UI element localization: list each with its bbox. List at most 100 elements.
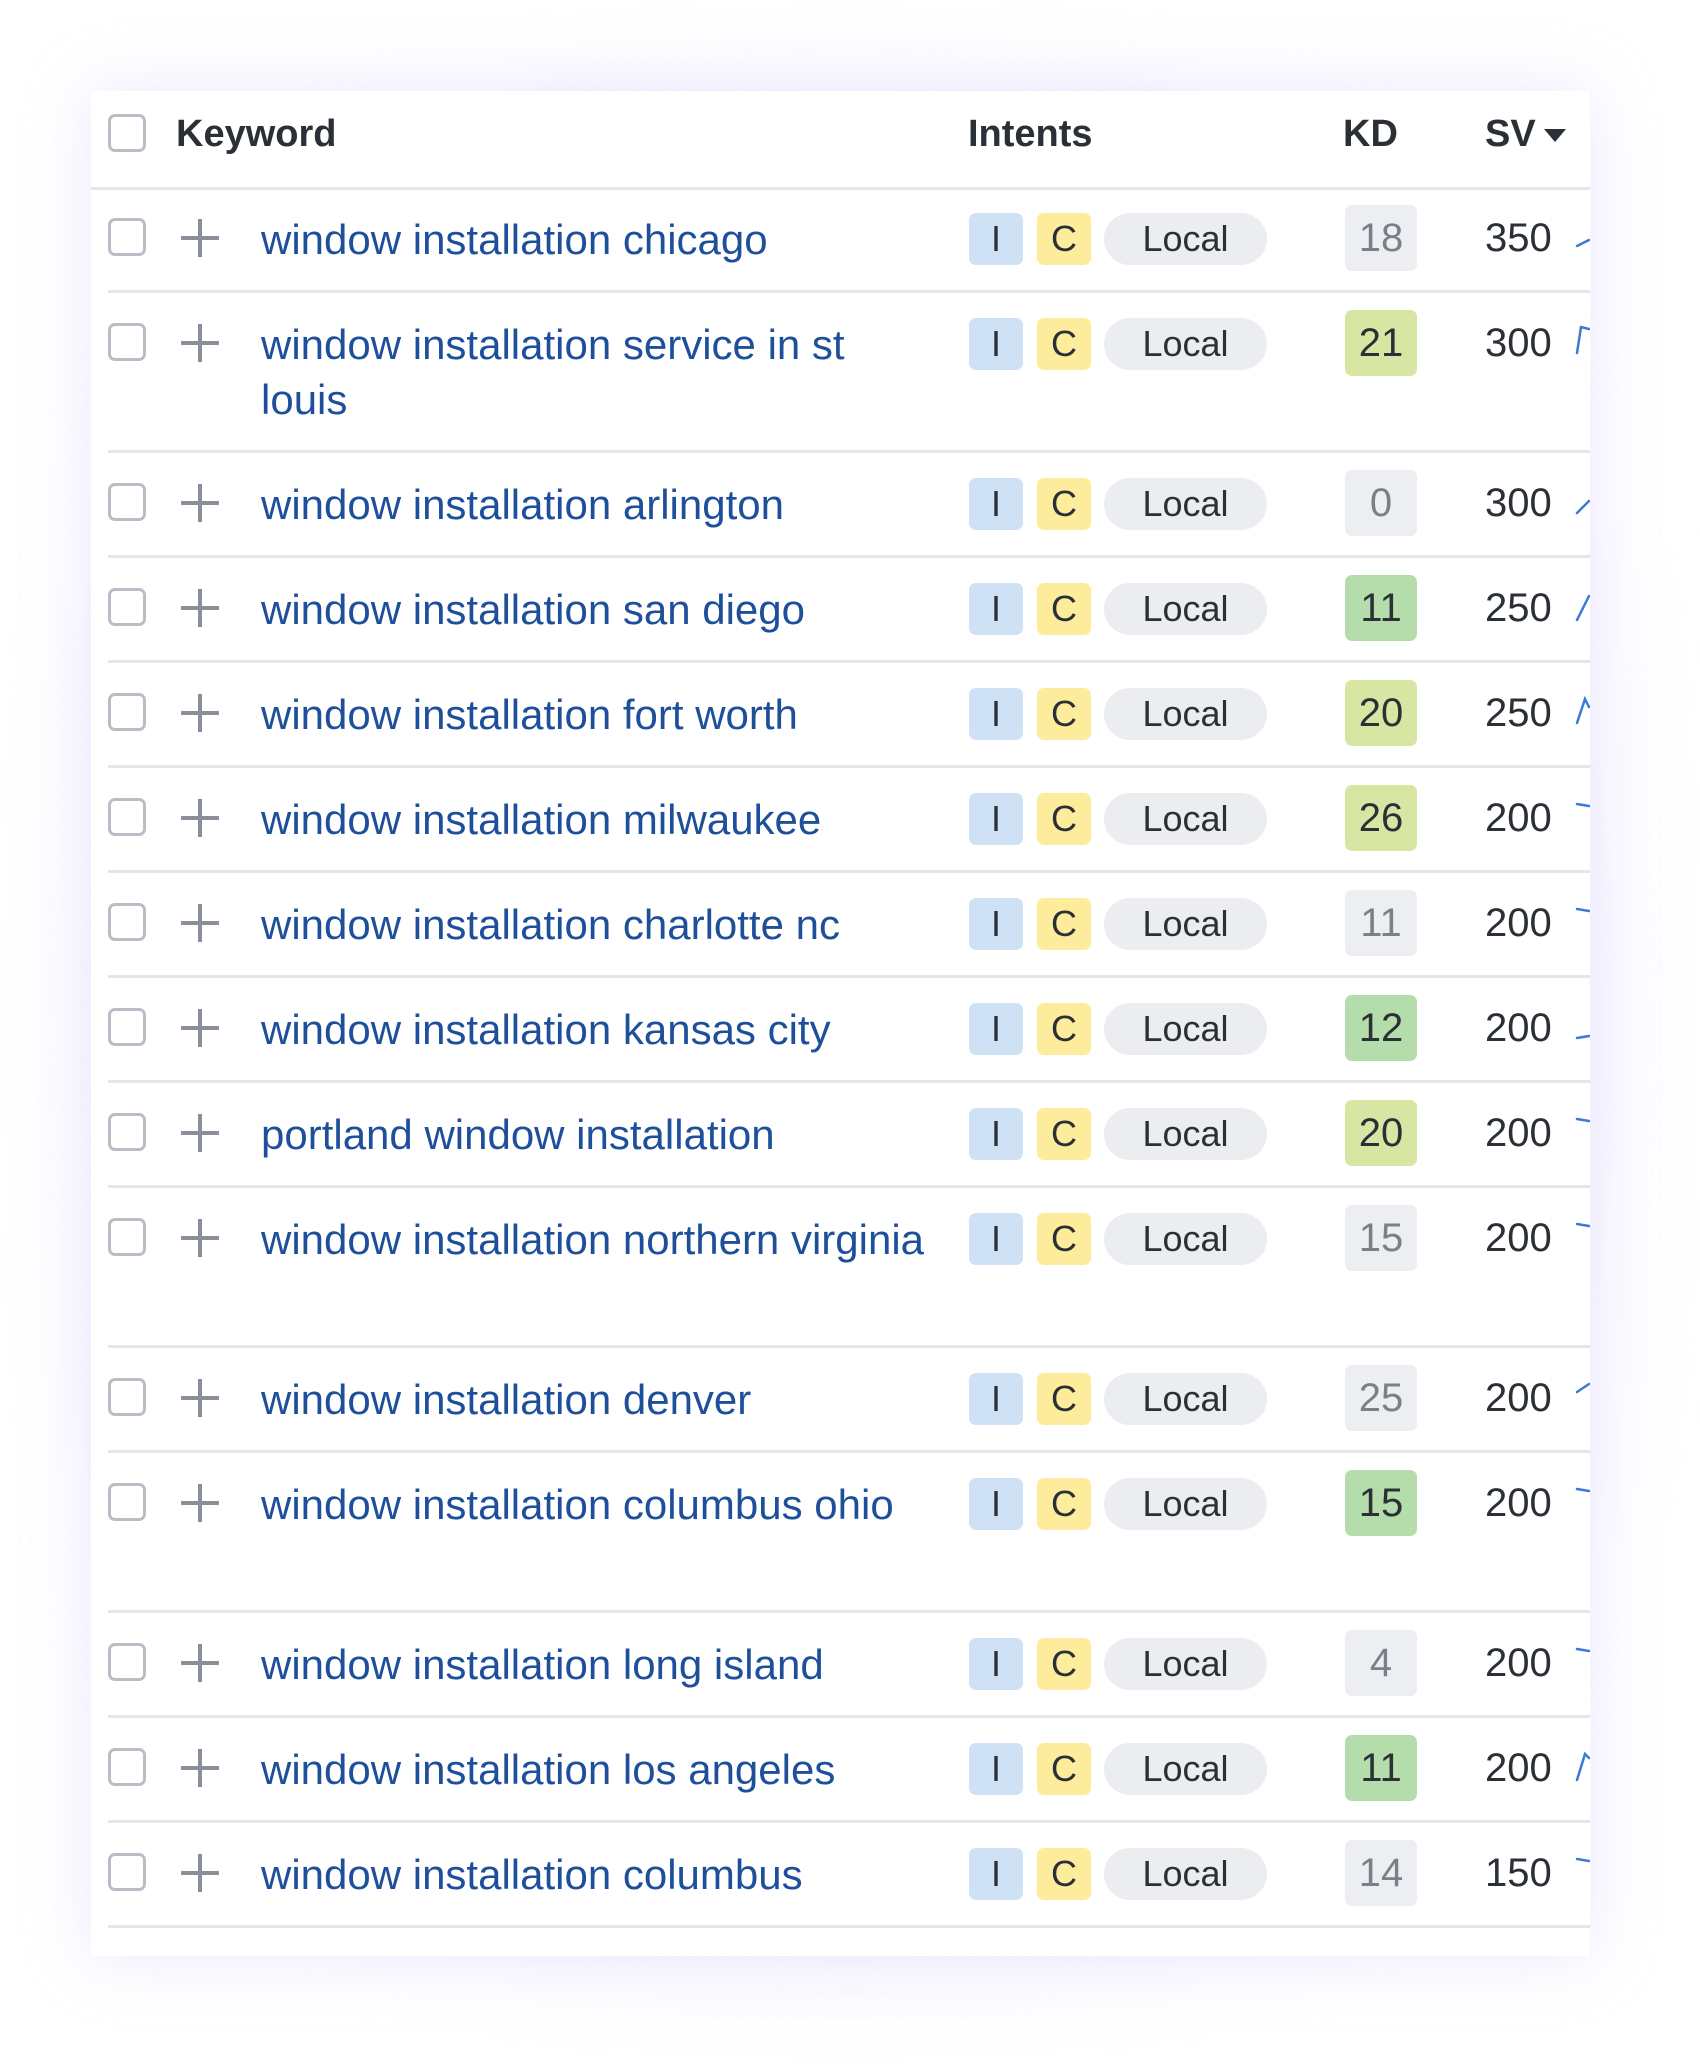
- intents-column-header[interactable]: Intents: [968, 113, 1093, 156]
- row-checkbox[interactable]: [108, 1008, 146, 1046]
- trend-sparkline-icon: [1575, 1857, 1590, 1863]
- keyword-difficulty: 4: [1345, 1630, 1417, 1696]
- select-all-checkbox[interactable]: [108, 114, 146, 152]
- plus-icon[interactable]: [181, 1854, 219, 1892]
- keyword-difficulty: 18: [1345, 205, 1417, 271]
- table-row: window installation arlington I C Local 0 300: [91, 453, 1590, 558]
- keyword-link[interactable]: window installation northern virginia: [261, 1212, 941, 1267]
- trend-sparkline-icon: [1575, 1034, 1590, 1040]
- plus-icon[interactable]: [181, 219, 219, 257]
- plus-icon[interactable]: [181, 1644, 219, 1682]
- keyword-difficulty: 11: [1345, 890, 1417, 956]
- plus-icon[interactable]: [181, 694, 219, 732]
- row-checkbox[interactable]: [108, 1483, 146, 1521]
- plus-icon[interactable]: [181, 799, 219, 837]
- intent-commercial-badge: C: [1037, 478, 1091, 530]
- keyword-link[interactable]: window installation arlington: [261, 477, 941, 532]
- plus-icon[interactable]: [181, 1484, 219, 1522]
- row-checkbox[interactable]: [108, 323, 146, 361]
- table-row: window installation san diego I C Local 11 25…: [91, 558, 1590, 663]
- keyword-link[interactable]: window installation san diego: [261, 582, 941, 637]
- keyword-link[interactable]: window installation chicago: [261, 212, 941, 267]
- row-checkbox[interactable]: [108, 1748, 146, 1786]
- trend-sparkline-icon: [1575, 907, 1590, 913]
- intent-local-badge: Local: [1104, 1213, 1267, 1265]
- keyword-table: Keyword Intents KD SV window installatio…: [91, 91, 1590, 1956]
- keyword-difficulty: 20: [1345, 1100, 1417, 1166]
- row-checkbox[interactable]: [108, 903, 146, 941]
- table-row: window installation northern virginia I C L…: [91, 1188, 1590, 1348]
- table-row: window installation service in st louis I…: [91, 293, 1590, 453]
- keyword-difficulty: 15: [1345, 1205, 1417, 1271]
- plus-icon[interactable]: [181, 324, 219, 362]
- plus-icon[interactable]: [181, 1114, 219, 1152]
- keyword-link[interactable]: window installation columbus ohio: [261, 1477, 941, 1532]
- keyword-link[interactable]: window installation kansas city: [261, 1002, 941, 1057]
- intent-commercial-badge: C: [1037, 1638, 1091, 1690]
- intent-local-badge: Local: [1104, 583, 1267, 635]
- intent-commercial-badge: C: [1037, 1108, 1091, 1160]
- keyword-link[interactable]: window installation milwaukee: [261, 792, 941, 847]
- trend-sparkline-icon: [1575, 695, 1590, 725]
- plus-icon[interactable]: [181, 1009, 219, 1047]
- intent-commercial-badge: C: [1037, 793, 1091, 845]
- plus-icon[interactable]: [181, 589, 219, 627]
- keyword-link[interactable]: window installation denver: [261, 1372, 941, 1427]
- intent-commercial-badge: C: [1037, 583, 1091, 635]
- table-row: window installation los angeles I C Local 11…: [91, 1718, 1590, 1823]
- trend-sparkline-icon: [1575, 1647, 1590, 1653]
- intent-local-badge: Local: [1104, 1638, 1267, 1690]
- intent-local-badge: Local: [1104, 1003, 1267, 1055]
- keyword-column-header[interactable]: Keyword: [176, 113, 336, 156]
- keyword-difficulty: 11: [1345, 1735, 1417, 1801]
- intent-local-badge: Local: [1104, 1373, 1267, 1425]
- row-checkbox[interactable]: [108, 1218, 146, 1256]
- plus-icon[interactable]: [181, 904, 219, 942]
- intent-informational-badge: I: [969, 478, 1023, 530]
- keyword-difficulty: 26: [1345, 785, 1417, 851]
- row-checkbox[interactable]: [108, 218, 146, 256]
- intent-local-badge: Local: [1104, 1848, 1267, 1900]
- intent-informational-badge: I: [969, 1638, 1023, 1690]
- table-row: window installation columbus I C Local 14 150: [91, 1823, 1590, 1928]
- row-checkbox[interactable]: [108, 1853, 146, 1891]
- intent-commercial-badge: C: [1037, 1848, 1091, 1900]
- intent-commercial-badge: C: [1037, 213, 1091, 265]
- table-row: window installation chicago I C Local 18 350: [91, 188, 1590, 293]
- plus-icon[interactable]: [181, 1749, 219, 1787]
- row-checkbox[interactable]: [108, 1643, 146, 1681]
- keyword-link[interactable]: window installation service in st louis: [261, 317, 941, 427]
- sv-column-header[interactable]: SV: [1485, 113, 1566, 156]
- trend-sparkline-icon: [1575, 1117, 1590, 1123]
- intent-informational-badge: I: [969, 1108, 1023, 1160]
- keyword-link[interactable]: window installation fort worth: [261, 687, 941, 742]
- intent-commercial-badge: C: [1037, 1743, 1091, 1795]
- intent-local-badge: Local: [1104, 1108, 1267, 1160]
- intent-local-badge: Local: [1104, 213, 1267, 265]
- row-checkbox[interactable]: [108, 1378, 146, 1416]
- table-row: portland window installation I C Local 20 200: [91, 1083, 1590, 1188]
- row-checkbox[interactable]: [108, 483, 146, 521]
- intent-local-badge: Local: [1104, 898, 1267, 950]
- plus-icon[interactable]: [181, 484, 219, 522]
- intent-commercial-badge: C: [1037, 1213, 1091, 1265]
- table-row: window installation fort worth I C Local 20 2…: [91, 663, 1590, 768]
- intent-local-badge: Local: [1104, 688, 1267, 740]
- row-checkbox[interactable]: [108, 588, 146, 626]
- table-header: Keyword Intents KD SV: [91, 91, 1590, 190]
- keyword-link[interactable]: window installation columbus: [261, 1847, 941, 1902]
- keyword-link[interactable]: portland window installation: [261, 1107, 941, 1162]
- intent-local-badge: Local: [1104, 1478, 1267, 1530]
- plus-icon[interactable]: [181, 1219, 219, 1257]
- kd-column-header[interactable]: KD: [1343, 113, 1398, 156]
- keyword-link[interactable]: window installation long island: [261, 1637, 941, 1692]
- intent-informational-badge: I: [969, 688, 1023, 740]
- sv-column-label: SV: [1485, 113, 1536, 155]
- keyword-link[interactable]: window installation charlotte nc: [261, 897, 941, 952]
- row-checkbox[interactable]: [108, 693, 146, 731]
- keyword-link[interactable]: window installation los angeles: [261, 1742, 941, 1797]
- plus-icon[interactable]: [181, 1379, 219, 1417]
- row-checkbox[interactable]: [108, 798, 146, 836]
- row-checkbox[interactable]: [108, 1113, 146, 1151]
- sort-desc-icon[interactable]: [1543, 129, 1566, 143]
